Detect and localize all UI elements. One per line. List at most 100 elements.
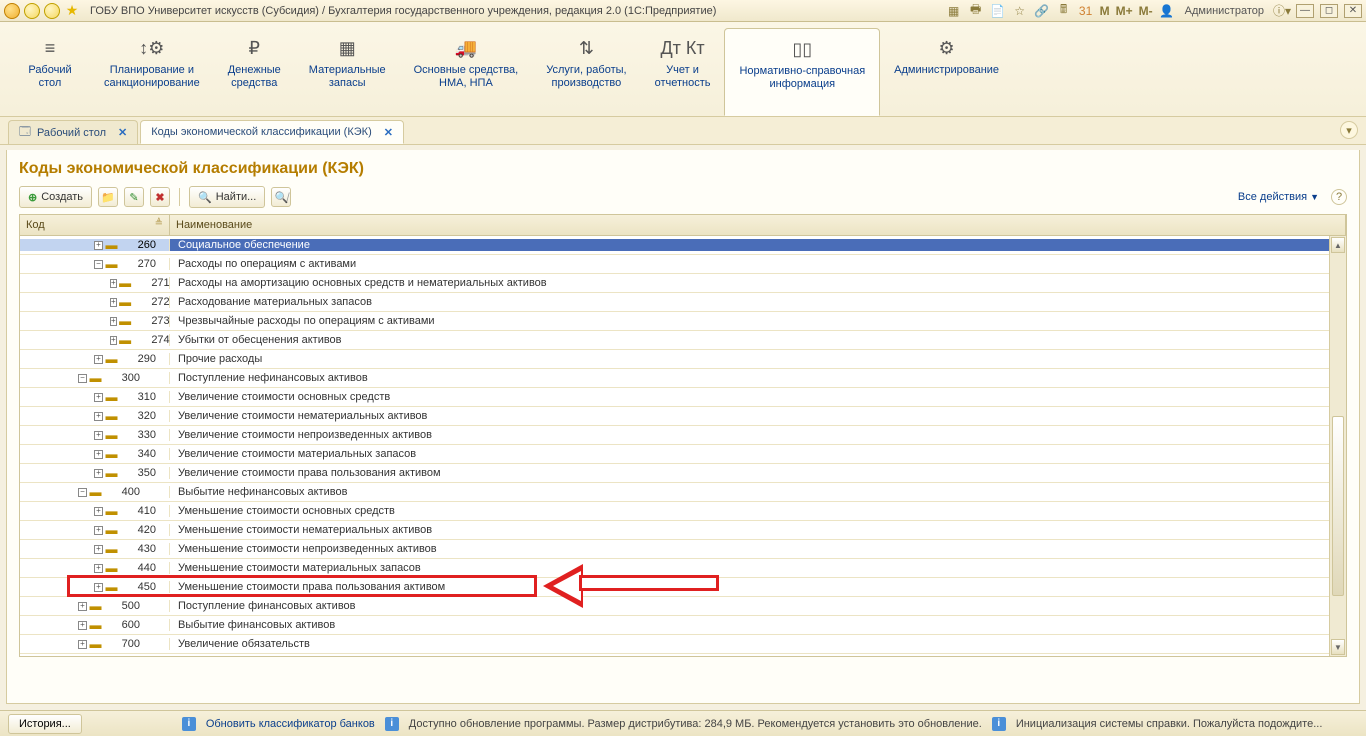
expand-icon[interactable]: − <box>78 488 87 497</box>
expand-icon[interactable]: + <box>78 602 87 611</box>
expand-icon[interactable]: + <box>94 241 103 250</box>
table-row[interactable]: +▬420Уменьшение стоимости нематериальных… <box>20 521 1346 540</box>
user-name[interactable]: Администратор <box>1181 5 1268 17</box>
nav-item-3[interactable]: ▦Материальныезапасы <box>295 28 400 116</box>
table-row[interactable]: +▬290Прочие расходы <box>20 350 1346 369</box>
tab-close-icon[interactable]: ✕ <box>384 126 393 139</box>
scroll-thumb[interactable] <box>1332 416 1344 596</box>
folder-icon: ▬ <box>91 374 100 383</box>
tab-1[interactable]: Коды экономической классификации (КЭК)✕ <box>140 120 404 144</box>
expand-icon[interactable]: + <box>94 393 103 402</box>
column-code[interactable]: Код≜ <box>20 215 170 235</box>
table-row[interactable]: −▬400Выбытие нефинансовых активов <box>20 483 1346 502</box>
all-actions-button[interactable]: Все действия▼ <box>1238 191 1319 203</box>
table-row[interactable]: +▬410Уменьшение стоимости основных средс… <box>20 502 1346 521</box>
table-row[interactable]: +▬273Чрезвычайные расходы по операциям с… <box>20 312 1346 331</box>
history-button[interactable]: История... <box>8 714 82 734</box>
m-minus-marker[interactable]: M- <box>1139 4 1153 18</box>
status-link-banks[interactable]: Обновить классификатор банков <box>206 718 375 730</box>
expand-icon[interactable]: + <box>78 621 87 630</box>
nav-item-5[interactable]: ⇅Услуги, работы,производство <box>532 28 640 116</box>
expand-icon[interactable]: + <box>110 279 117 288</box>
nav-item-1[interactable]: ↕⚙Планирование исанкционирование <box>90 28 214 116</box>
tab-0[interactable]: 🗔Рабочий стол✕ <box>8 120 138 144</box>
cell-name: Увеличение стоимости материальных запасо… <box>170 448 1346 460</box>
expand-icon[interactable]: + <box>78 640 87 649</box>
expand-icon[interactable]: + <box>94 545 103 554</box>
expand-icon[interactable]: + <box>94 526 103 535</box>
table-row[interactable]: +▬272Расходование материальных запасов <box>20 293 1346 312</box>
m-plus-marker[interactable]: M+ <box>1116 4 1133 18</box>
m-marker[interactable]: M <box>1100 4 1110 18</box>
clear-find-button[interactable]: 🔍̸ <box>271 187 291 207</box>
expand-icon[interactable]: + <box>110 298 117 307</box>
table-row[interactable]: −▬270Расходы по операциям с активами <box>20 255 1346 274</box>
cell-code: +▬272 <box>20 296 170 308</box>
nav-item-2[interactable]: ₽Денежныесредства <box>214 28 295 116</box>
code-value: 440 <box>126 562 156 574</box>
table-row[interactable]: +▬330Увеличение стоимости непроизведенны… <box>20 426 1346 445</box>
table-row[interactable]: +▬800Уменьшение обязательств <box>20 654 1346 656</box>
table-row[interactable]: +▬271Расходы на амортизацию основных сре… <box>20 274 1346 293</box>
table-row[interactable]: +▬310Увеличение стоимости основных средс… <box>20 388 1346 407</box>
panel-icon[interactable]: ▦ <box>946 3 962 19</box>
expand-icon[interactable]: + <box>110 317 117 326</box>
scroll-down-button[interactable]: ▼ <box>1331 639 1345 655</box>
cell-name: Увеличение обязательств <box>170 638 1346 650</box>
nav-item-8[interactable]: ⚙Администрирование <box>880 28 1013 116</box>
nav-item-4[interactable]: 🚚Основные средства,НМА, НПА <box>400 28 533 116</box>
cell-code: +▬271 <box>20 277 170 289</box>
find-button[interactable]: 🔍Найти... <box>189 186 265 208</box>
calc-icon[interactable]: 🖩 <box>1056 3 1072 19</box>
tab-close-icon[interactable]: ✕ <box>118 126 127 139</box>
calendar-icon[interactable]: 31 <box>1078 3 1094 19</box>
table-row[interactable]: +▬600Выбытие финансовых активов <box>20 616 1346 635</box>
close-button[interactable]: ✕ <box>1344 4 1362 18</box>
expand-icon[interactable]: + <box>94 450 103 459</box>
expand-icon[interactable]: + <box>94 564 103 573</box>
nav-item-6[interactable]: Дт КтУчет иотчетность <box>641 28 725 116</box>
table-row[interactable]: +▬274Убытки от обесценения активов <box>20 331 1346 350</box>
expand-icon[interactable]: + <box>94 431 103 440</box>
table-row[interactable]: +▬320Увеличение стоимости нематериальных… <box>20 407 1346 426</box>
scroll-up-button[interactable]: ▲ <box>1331 237 1345 253</box>
create-button[interactable]: ⊕Создать <box>19 186 92 208</box>
expand-icon[interactable]: − <box>94 260 103 269</box>
create-folder-button[interactable]: 📁 <box>98 187 118 207</box>
expand-icon[interactable]: − <box>78 374 87 383</box>
minimize-button[interactable]: — <box>1296 4 1314 18</box>
table-row[interactable]: +▬260Социальное обеспечение <box>20 236 1346 255</box>
expand-icon[interactable]: + <box>94 507 103 516</box>
vertical-scrollbar[interactable]: ▲ ▼ <box>1329 236 1346 656</box>
nav-item-0[interactable]: ≡Рабочийстол <box>10 28 90 116</box>
expand-icon[interactable]: + <box>94 583 103 592</box>
edit-button[interactable]: ✎ <box>124 187 144 207</box>
maximize-button[interactable]: ◻ <box>1320 4 1338 18</box>
table-row[interactable]: +▬350Увеличение стоимости права пользова… <box>20 464 1346 483</box>
expand-icon[interactable]: + <box>94 355 103 364</box>
nav-back-icon[interactable] <box>24 3 40 19</box>
nav-fwd-icon[interactable] <box>44 3 60 19</box>
star-icon[interactable]: ☆ <box>1012 3 1028 19</box>
delete-button[interactable]: ✖ <box>150 187 170 207</box>
toolbar-separator <box>179 188 180 206</box>
expand-icon[interactable]: + <box>94 469 103 478</box>
expand-icon[interactable]: + <box>94 412 103 421</box>
help-button[interactable]: ? <box>1331 189 1347 205</box>
table-row[interactable]: +▬700Увеличение обязательств <box>20 635 1346 654</box>
logo-1c-icon[interactable] <box>4 3 20 19</box>
doc-icon[interactable]: 📄 <box>990 3 1006 19</box>
table-body[interactable]: +▬260Социальное обеспечение−▬270Расходы … <box>20 236 1346 656</box>
column-name[interactable]: Наименование <box>170 215 1346 235</box>
info-icon[interactable]: ⓘ▾ <box>1274 3 1290 19</box>
favorites-icon[interactable]: ★ <box>64 3 80 19</box>
link-icon[interactable]: 🔗 <box>1034 3 1050 19</box>
print-icon[interactable]: 🖶 <box>968 3 984 19</box>
table-row[interactable]: +▬500Поступление финансовых активов <box>20 597 1346 616</box>
table-row[interactable]: −▬300Поступление нефинансовых активов <box>20 369 1346 388</box>
table-row[interactable]: +▬340Увеличение стоимости материальных з… <box>20 445 1346 464</box>
tab-menu-button[interactable]: ▾ <box>1340 121 1358 139</box>
expand-icon[interactable]: + <box>110 336 117 345</box>
nav-item-7[interactable]: ▯▯Нормативно-справочнаяинформация <box>724 28 880 116</box>
table-row[interactable]: +▬430Уменьшение стоимости непроизведенны… <box>20 540 1346 559</box>
